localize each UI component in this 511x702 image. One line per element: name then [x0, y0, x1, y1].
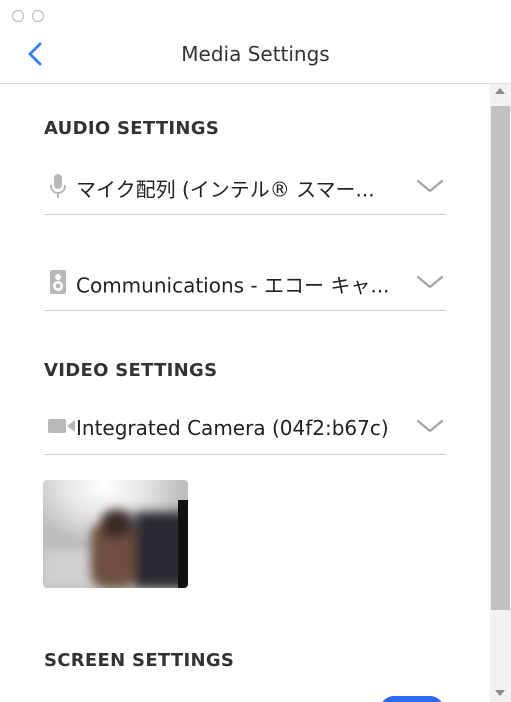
scrollbar-thumb[interactable] — [491, 106, 510, 610]
settings-content: AUDIO SETTINGS マイク配列 (インテル® スマー... Commu… — [0, 84, 490, 702]
screen-settings-heading: SCREEN SETTINGS — [44, 650, 235, 671]
microphone-select[interactable]: マイク配列 (インテル® スマー... — [44, 162, 446, 215]
microphone-icon — [48, 173, 68, 203]
chevron-down-icon — [416, 274, 444, 294]
video-camera-icon — [48, 416, 76, 440]
screen-settings-toggle[interactable] — [380, 696, 444, 702]
window-controls — [12, 10, 44, 22]
audio-settings-heading: AUDIO SETTINGS — [44, 118, 220, 139]
page-title: Media Settings — [181, 42, 330, 66]
window-close-button[interactable] — [12, 10, 24, 22]
scroll-up-arrow-icon[interactable] — [495, 88, 505, 94]
video-settings-heading: VIDEO SETTINGS — [44, 360, 218, 381]
speaker-icon — [48, 269, 68, 299]
camera-select[interactable]: Integrated Camera (04f2:b67c) — [44, 402, 446, 455]
header: Media Settings — [0, 26, 511, 84]
microphone-select-value: マイク配列 (インテル® スマー... — [76, 177, 375, 202]
scroll-down-arrow-icon[interactable] — [495, 690, 505, 696]
speaker-select[interactable]: Communications - エコー キャ... — [44, 258, 446, 311]
chevron-down-icon — [416, 178, 444, 198]
vertical-scrollbar[interactable] — [490, 84, 511, 702]
camera-preview — [43, 480, 188, 588]
speaker-select-value: Communications - エコー キャ... — [76, 273, 390, 298]
chevron-down-icon — [416, 418, 444, 438]
window-minimize-button[interactable] — [32, 10, 44, 22]
camera-select-value: Integrated Camera (04f2:b67c) — [76, 416, 389, 440]
